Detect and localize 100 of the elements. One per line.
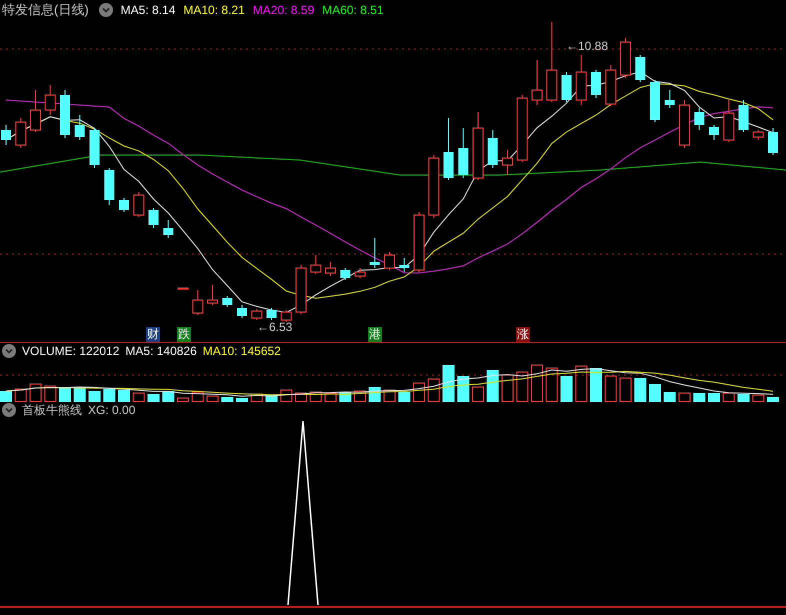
volume-bar xyxy=(649,384,661,402)
candlestick xyxy=(738,100,748,132)
chevron-down-icon[interactable] xyxy=(98,3,113,17)
volume-bar xyxy=(472,386,484,402)
volume-bar xyxy=(192,392,204,402)
candlestick xyxy=(458,128,468,178)
candlestick xyxy=(752,130,764,140)
event-marker[interactable]: 港 xyxy=(368,327,382,342)
volume-bar xyxy=(206,396,218,402)
candlestick xyxy=(664,90,675,108)
volume-bar xyxy=(354,390,366,402)
candlestick xyxy=(310,254,322,274)
candlestick xyxy=(325,262,336,276)
volume-bar xyxy=(546,368,558,402)
volume-bar xyxy=(74,388,86,402)
candlestick xyxy=(516,94,528,162)
candlestick xyxy=(280,310,292,322)
price-label: ←10.88 xyxy=(566,39,608,53)
volume-bar xyxy=(384,390,396,402)
candlestick xyxy=(222,296,232,308)
volume-bar xyxy=(132,392,145,402)
candlestick xyxy=(354,268,366,278)
volume-bar xyxy=(531,364,543,402)
candlestick xyxy=(694,108,704,130)
volume-bar xyxy=(44,386,56,402)
candlestick xyxy=(444,118,454,180)
candlestick xyxy=(472,112,484,180)
chart-title: 特发信息(日线) xyxy=(2,1,89,19)
volume-bar xyxy=(398,392,410,402)
candlestick xyxy=(60,90,70,138)
candlestick xyxy=(576,54,587,106)
event-marker[interactable]: 财 xyxy=(146,327,160,342)
volume-bar xyxy=(767,397,779,402)
volume-bar xyxy=(0,391,12,402)
volume-bar xyxy=(486,370,499,402)
moving-average-value: MA5: 8.14 xyxy=(120,3,176,17)
candlestick xyxy=(399,258,410,272)
volume-bar xyxy=(30,384,42,402)
candlestick xyxy=(488,130,498,168)
event-marker[interactable]: 涨 xyxy=(516,327,530,342)
volume-bar xyxy=(516,372,528,402)
candlestick xyxy=(620,38,631,78)
candlestick xyxy=(650,80,660,122)
candlestick xyxy=(119,198,129,212)
volume-bar xyxy=(752,394,764,402)
candlestick xyxy=(679,100,690,148)
candlestick xyxy=(591,70,601,98)
volume-bar xyxy=(634,378,646,402)
volume-bar xyxy=(722,392,735,402)
candlestick xyxy=(605,64,616,106)
candlestick xyxy=(532,60,542,106)
candlestick xyxy=(635,54,646,82)
volume-bar xyxy=(457,376,470,402)
candlestick xyxy=(266,308,276,320)
volume-bar xyxy=(324,392,336,402)
volume-bar xyxy=(678,392,690,402)
volume-bar xyxy=(604,376,617,402)
candlestick xyxy=(178,288,188,290)
candlestick xyxy=(502,150,513,176)
candlestick xyxy=(104,168,114,206)
candlestick xyxy=(428,154,440,218)
volume-bar xyxy=(738,394,750,402)
volume-bar xyxy=(442,365,454,402)
volume-bar xyxy=(413,382,425,402)
volume-value: MA10: 145652 xyxy=(202,344,281,358)
volume-value: VOLUME: 122012 xyxy=(22,344,120,358)
volume-value: MA5: 140826 xyxy=(125,344,197,358)
volume-bar xyxy=(590,368,602,402)
chevron-down-icon[interactable] xyxy=(2,403,16,417)
candlestick xyxy=(207,284,218,306)
volume-bar xyxy=(148,394,160,402)
candlestick xyxy=(768,128,778,156)
candlestick xyxy=(44,84,56,116)
moving-average-value: MA60: 8.51 xyxy=(322,3,384,17)
moving-average-value: MA20: 8.59 xyxy=(252,3,314,17)
volume-bar xyxy=(103,389,116,402)
candlestick xyxy=(163,220,174,238)
volume-bar xyxy=(14,388,27,402)
candlestick xyxy=(340,268,350,280)
volume-bar xyxy=(118,390,130,402)
candlestick xyxy=(237,304,247,318)
candlestick xyxy=(1,124,11,146)
candlestick xyxy=(192,290,204,316)
event-marker[interactable]: 跌 xyxy=(177,327,191,342)
volume-bar xyxy=(250,394,263,402)
candlestick xyxy=(251,308,262,320)
indicator-name: 首板牛熊线 xyxy=(22,402,82,418)
chevron-down-icon[interactable] xyxy=(2,344,16,358)
candlestick xyxy=(414,212,424,272)
candlestick xyxy=(74,114,85,140)
volume-bar xyxy=(310,392,322,402)
price-label: ←6.53 xyxy=(257,320,292,334)
volume-bar xyxy=(708,393,720,402)
volume-bar xyxy=(162,391,174,402)
volume-bar xyxy=(236,398,248,402)
candlestick xyxy=(562,72,572,102)
volume-bar xyxy=(560,376,572,402)
volume-bar xyxy=(59,388,71,402)
candlestick xyxy=(296,264,306,314)
volume-bar xyxy=(575,366,588,402)
